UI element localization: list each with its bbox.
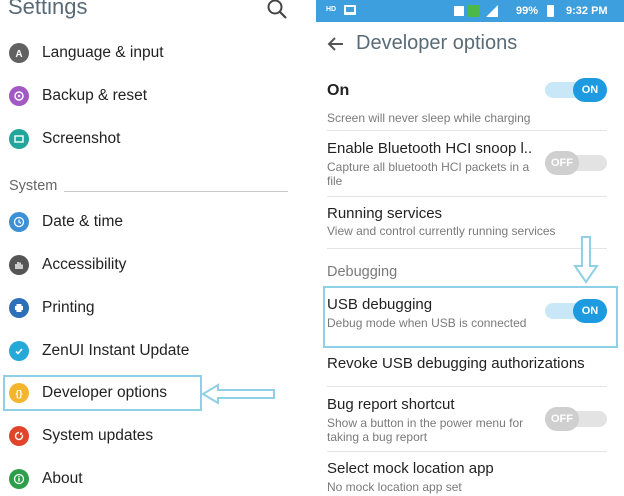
hand-icon <box>9 255 29 275</box>
menu-item-screenshot[interactable]: Screenshot <box>0 121 298 157</box>
clock-time: 9:32 PM <box>566 5 608 17</box>
notification-icon <box>344 5 356 15</box>
bluetooth-snoop-subtitle: Capture all bluetooth HCI packets in a f… <box>327 160 530 188</box>
menu-item-zenui-instant-update[interactable]: ZenUI Instant Update <box>0 333 298 369</box>
status-bar: HD 99% 9:32 PM <box>316 0 624 22</box>
developer-options-panel: HD 99% 9:32 PM Developer options On ON S… <box>316 0 624 496</box>
arrow-down-icon <box>573 236 599 284</box>
running-services-subtitle: View and control currently running servi… <box>327 224 556 238</box>
hd-badge: HD <box>326 6 337 13</box>
master-switch-toggle[interactable]: ON <box>545 78 607 102</box>
clock-icon <box>9 212 29 232</box>
app-bar: Developer options <box>316 22 624 68</box>
menu-item-date-time[interactable]: Date & time <box>0 204 298 240</box>
divider <box>327 451 607 452</box>
battery-icon <box>547 5 554 17</box>
menu-item-label: Screenshot <box>42 130 121 147</box>
stay-awake-subtitle: Screen will never sleep while charging <box>327 111 531 125</box>
menu-item-about[interactable]: About <box>0 461 298 496</box>
menu-item-label: Date & time <box>42 213 123 230</box>
section-header-debugging: Debugging <box>327 264 398 280</box>
language-icon: A <box>9 43 29 63</box>
battery-percent: 99% <box>516 5 539 17</box>
screenshot-icon <box>9 129 29 149</box>
toggle-state: OFF <box>545 151 579 175</box>
search-icon[interactable] <box>266 0 288 20</box>
menu-item-label: System updates <box>42 427 154 444</box>
bug-report-shortcut-toggle[interactable]: OFF <box>545 407 607 431</box>
menu-item-backup-reset[interactable]: Backup & reset <box>0 78 298 114</box>
menu-item-label: ZenUI Instant Update <box>42 342 190 359</box>
info-icon <box>9 469 29 489</box>
highlight-box-developer-options <box>3 375 202 411</box>
divider <box>327 248 607 249</box>
revoke-usb-authorizations[interactable]: Revoke USB debugging authorizations <box>327 355 585 372</box>
page-title: Settings <box>8 0 88 19</box>
menu-item-label: Accessibility <box>42 256 127 273</box>
back-arrow-icon[interactable] <box>326 34 346 54</box>
mock-location-app-title[interactable]: Select mock location app <box>327 460 494 477</box>
bug-report-shortcut-title: Bug report shortcut <box>327 396 455 413</box>
master-switch-label: On <box>327 82 350 99</box>
section-divider <box>64 191 288 192</box>
menu-item-label: Language & input <box>42 44 164 61</box>
toggle-state: ON <box>573 78 607 102</box>
settings-panel: Settings A Language & input Backup & res… <box>0 0 298 496</box>
menu-item-label: Backup & reset <box>42 87 148 104</box>
running-services-title[interactable]: Running services <box>327 205 442 222</box>
backup-icon <box>9 86 29 106</box>
mock-location-app-subtitle: No mock location app set <box>327 480 462 494</box>
update-icon <box>9 341 29 361</box>
bug-report-shortcut-subtitle: Show a button in the power menu for taki… <box>327 416 524 444</box>
svg-text:A: A <box>15 49 22 59</box>
menu-item-label: Printing <box>42 299 95 316</box>
bluetooth-snoop-title: Enable Bluetooth HCI snoop l.. <box>327 140 533 157</box>
bluetooth-snoop-toggle[interactable]: OFF <box>545 151 607 175</box>
printer-icon <box>9 298 29 318</box>
divider <box>327 386 607 387</box>
divider <box>327 196 607 197</box>
section-header-system: System <box>9 178 58 194</box>
menu-item-printing[interactable]: Printing <box>0 290 298 326</box>
divider <box>327 130 607 131</box>
menu-item-label: About <box>42 470 83 487</box>
menu-item-language-input[interactable]: A Language & input <box>0 35 298 71</box>
system-update-icon <box>9 426 29 446</box>
signal-icon <box>454 5 498 17</box>
highlight-box-usb-debugging <box>323 286 618 348</box>
menu-item-system-updates[interactable]: System updates <box>0 418 298 454</box>
menu-item-accessibility[interactable]: Accessibility <box>0 247 298 283</box>
page-title: Developer options <box>356 32 518 54</box>
toggle-state: OFF <box>545 407 579 431</box>
arrow-left-icon <box>202 383 275 405</box>
